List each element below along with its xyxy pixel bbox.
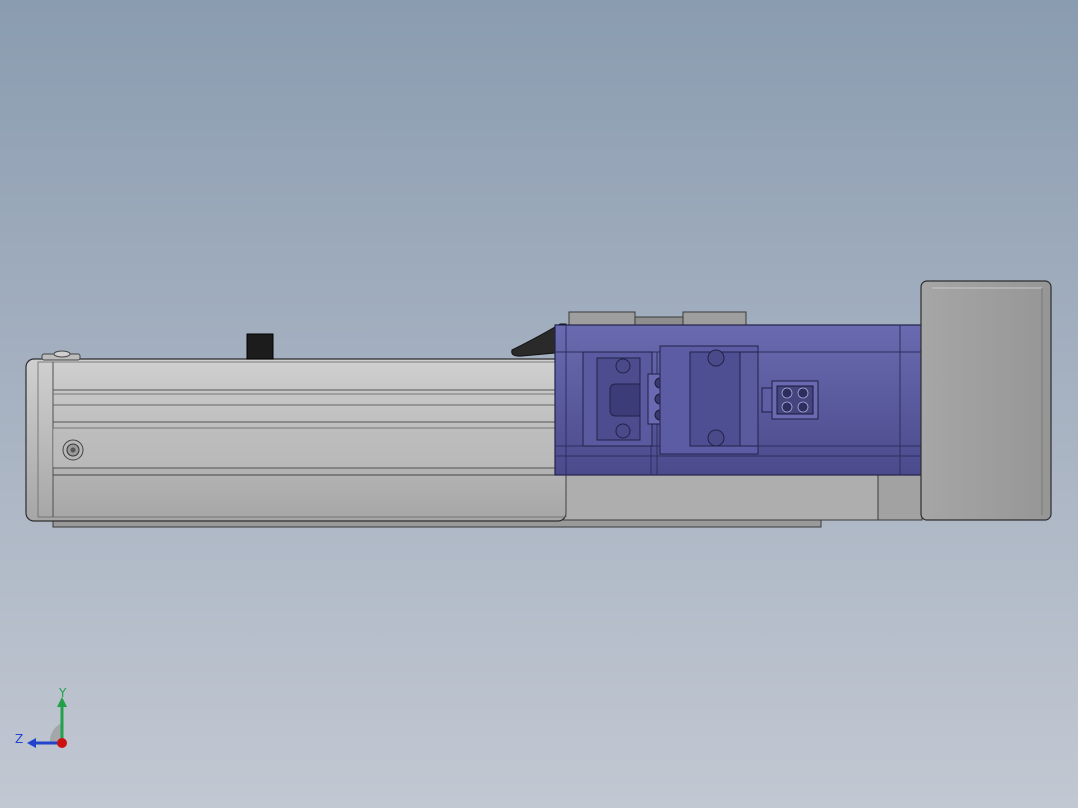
side-screw-icon [62,439,84,461]
motor-end-cap [920,280,1052,521]
sensor-block [246,333,274,360]
model-view[interactable] [0,0,1078,808]
z-axis-arrow-icon [27,738,36,748]
connector-housing-right [659,345,759,455]
connector-housing-left [582,351,653,447]
top-screw-icon [41,350,81,361]
orientation-triad[interactable]: Y Z [10,685,80,755]
graphics-viewport[interactable]: Y Z [0,0,1078,808]
z-axis-label: Z [15,732,23,746]
linear-rail [25,358,567,522]
x-axis-dot-icon [57,738,67,748]
y-axis-label: Y [58,686,67,700]
motor-top-plates [568,311,747,327]
